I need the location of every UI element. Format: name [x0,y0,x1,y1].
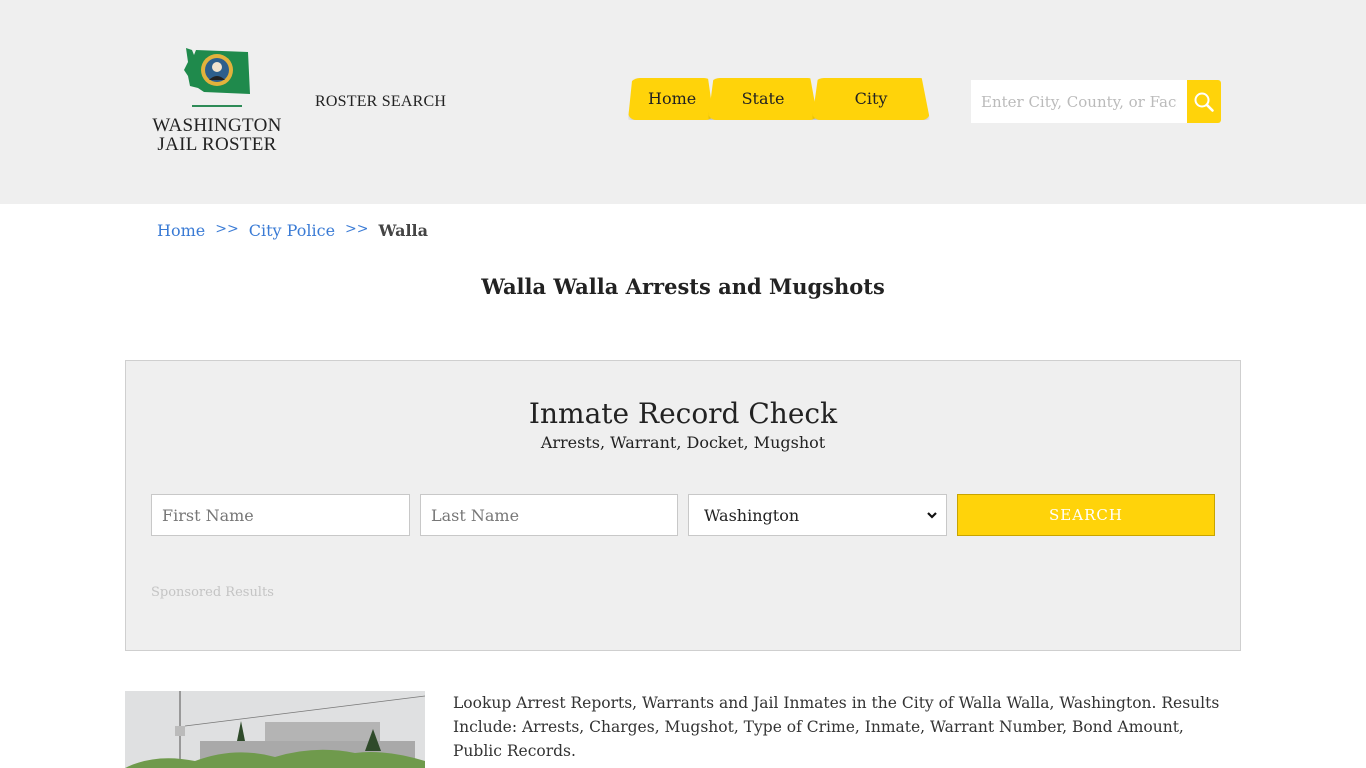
main-nav: Home State Jails City Police [628,78,930,120]
logo-line-2: JAIL ROSTER [157,134,277,155]
logo-divider [192,105,242,107]
washington-state-seal-icon [184,48,250,94]
logo-line-1: WASHINGTON [152,115,282,136]
chevron-down-icon [927,512,937,519]
roster-search-tagline: ROSTER SEARCH [315,93,447,110]
sponsored-results-label: Sponsored Results [151,585,274,600]
page-title: Walla Walla Arrests and Mugshots [481,274,885,299]
record-check-subtitle: Arrests, Warrant, Docket, Mugshot [540,433,826,452]
nav-tab-home[interactable]: Home [628,78,714,120]
facility-search [971,80,1221,123]
record-check-title: Inmate Record Check [528,397,838,430]
site-header: WASHINGTON JAIL ROSTER ROSTER SEARCH Hom… [0,0,1366,204]
first-name-input[interactable] [151,494,410,536]
search-button[interactable]: SEARCH [957,494,1215,536]
nav-tab-state-jails[interactable]: State Jails [708,78,818,120]
state-select[interactable]: Washington [688,494,947,536]
breadcrumb-separator: >> [345,221,369,237]
facility-search-input[interactable] [971,80,1187,123]
breadcrumb-city-police[interactable]: City Police [249,221,335,240]
building-image [125,691,425,768]
breadcrumb-separator: >> [215,221,239,237]
inmate-record-check-panel: Inmate Record Check Arrests, Warrant, Do… [125,360,1241,651]
site-logo[interactable]: WASHINGTON JAIL ROSTER [150,46,284,158]
last-name-input[interactable] [420,494,678,536]
police-building-photo [125,691,425,768]
breadcrumb: Home >> City Police >> Walla [157,221,428,240]
nav-tab-city-police[interactable]: City Police [812,78,930,120]
breadcrumb-current: Walla [378,221,428,240]
search-icon [1194,92,1214,112]
logo-text: WASHINGTON JAIL ROSTER [150,116,284,154]
facility-search-button[interactable] [1187,80,1221,123]
page-description: Lookup Arrest Reports, Warrants and Jail… [453,694,1220,760]
state-select-value: Washington [704,505,800,525]
breadcrumb-home[interactable]: Home [157,221,205,240]
